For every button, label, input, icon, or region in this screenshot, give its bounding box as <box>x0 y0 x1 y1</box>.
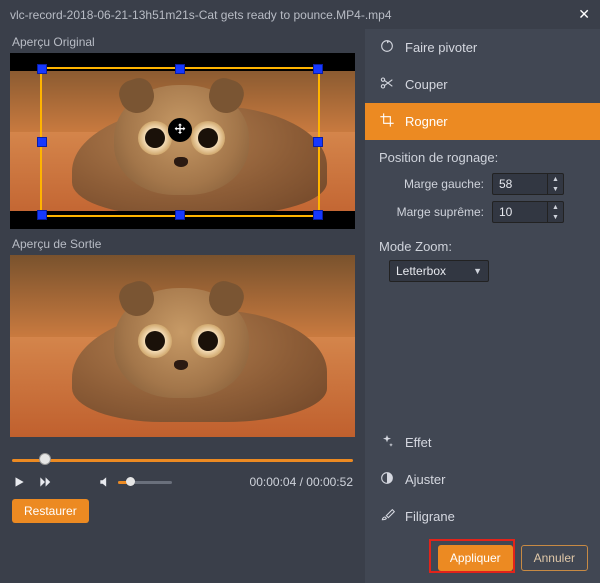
crop-settings: Position de rognage: Marge gauche: ▲ ▼ M… <box>365 140 600 233</box>
play-icon[interactable] <box>12 475 26 489</box>
output-preview <box>10 255 355 437</box>
crop-left-input[interactable] <box>493 174 547 194</box>
original-preview-label: Aperçu Original <box>12 35 355 49</box>
volume-slider[interactable] <box>118 475 172 489</box>
zoom-section: Mode Zoom: Letterbox ▼ <box>365 233 600 288</box>
crop-handle-tm[interactable] <box>175 64 185 74</box>
spinner-down-icon[interactable]: ▼ <box>548 184 563 194</box>
spinner-up-icon[interactable]: ▲ <box>548 174 563 184</box>
crop-top-input[interactable] <box>493 202 547 222</box>
crop-handle-br[interactable] <box>313 210 323 220</box>
rotate-icon <box>379 38 395 57</box>
crop-left-spinner[interactable]: ▲ ▼ <box>492 173 564 195</box>
tool-cut-label: Couper <box>405 77 448 92</box>
tool-crop-label: Rogner <box>405 114 448 129</box>
scissors-icon <box>379 75 395 94</box>
time-current: 00:00:04 <box>250 475 297 489</box>
tool-watermark-label: Filigrane <box>405 509 455 524</box>
tool-crop[interactable]: Rogner <box>365 103 600 140</box>
crop-handle-mr[interactable] <box>313 137 323 147</box>
zoom-heading: Mode Zoom: <box>379 239 586 254</box>
adjust-icon <box>379 470 395 489</box>
crop-handle-tl[interactable] <box>37 64 47 74</box>
timeline-slider[interactable] <box>12 451 353 469</box>
close-icon[interactable]: ✕ <box>578 6 590 23</box>
tool-effect[interactable]: Effet <box>365 424 600 461</box>
crop-handle-bl[interactable] <box>37 210 47 220</box>
crop-handle-ml[interactable] <box>37 137 47 147</box>
window-title: vlc-record-2018-06-21-13h51m21s-Cat gets… <box>10 8 392 22</box>
crop-top-spinner[interactable]: ▲ ▼ <box>492 201 564 223</box>
original-preview[interactable] <box>10 53 355 229</box>
brush-icon <box>379 507 395 526</box>
crop-rectangle[interactable] <box>40 67 320 217</box>
crop-handle-tr[interactable] <box>313 64 323 74</box>
crop-icon <box>379 112 395 131</box>
tool-adjust-label: Ajuster <box>405 472 445 487</box>
fast-forward-icon[interactable] <box>38 475 52 489</box>
title-bar: vlc-record-2018-06-21-13h51m21s-Cat gets… <box>0 0 600 29</box>
sparkle-icon <box>379 433 395 452</box>
zoom-value: Letterbox <box>396 264 446 278</box>
tool-watermark[interactable]: Filigrane <box>365 498 600 535</box>
cancel-button[interactable]: Annuler <box>521 545 588 571</box>
right-panel: Faire pivoter Couper Rogner Position de … <box>365 29 600 583</box>
playback-controls: 00:00:04 / 00:00:52 <box>10 473 355 499</box>
tool-adjust[interactable]: Ajuster <box>365 461 600 498</box>
time-total: 00:00:52 <box>306 475 353 489</box>
crop-heading: Position de rognage: <box>379 150 586 165</box>
spinner-down-icon[interactable]: ▼ <box>548 212 563 222</box>
move-icon[interactable] <box>168 118 192 142</box>
crop-handle-bm[interactable] <box>175 210 185 220</box>
tool-rotate[interactable]: Faire pivoter <box>365 29 600 66</box>
timeline-thumb[interactable] <box>39 453 51 465</box>
tool-cut[interactable]: Couper <box>365 66 600 103</box>
output-preview-label: Aperçu de Sortie <box>12 237 355 251</box>
apply-button[interactable]: Appliquer <box>438 545 513 571</box>
spinner-up-icon[interactable]: ▲ <box>548 202 563 212</box>
left-panel: Aperçu Original <box>0 29 365 583</box>
crop-left-label: Marge gauche: <box>389 177 484 191</box>
chevron-down-icon: ▼ <box>473 266 482 276</box>
time-display: 00:00:04 / 00:00:52 <box>250 475 353 489</box>
tool-effect-label: Effet <box>405 435 432 450</box>
tool-rotate-label: Faire pivoter <box>405 40 477 55</box>
crop-top-label: Marge suprême: <box>389 205 484 219</box>
zoom-select[interactable]: Letterbox ▼ <box>389 260 489 282</box>
restore-button[interactable]: Restaurer <box>12 499 89 523</box>
volume-icon[interactable] <box>98 475 112 489</box>
dialog-actions: Appliquer Annuler <box>365 535 600 583</box>
